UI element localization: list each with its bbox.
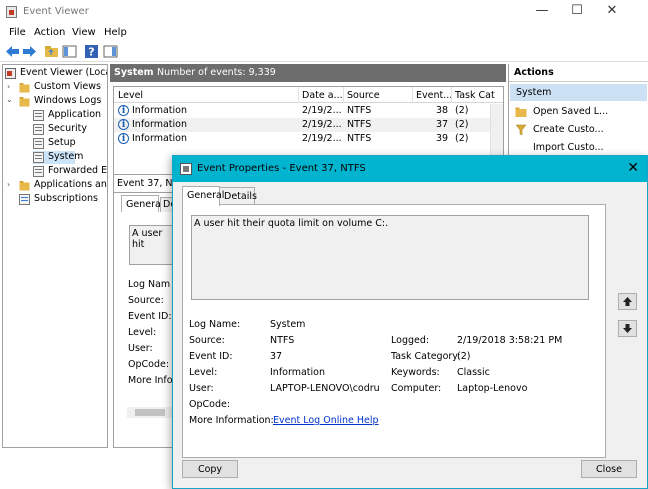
preview-message-box: A user hit [129, 225, 174, 265]
dialog-title: Event Properties - Event 37, NTFS [197, 163, 366, 174]
help-icon[interactable]: ? [84, 44, 99, 59]
event-viewer-icon [5, 68, 16, 79]
tree-item-system[interactable]: System [33, 151, 83, 164]
log-icon [33, 152, 44, 163]
toolbar: ? [0, 42, 648, 62]
filter-icon [515, 124, 527, 136]
log-name: System [114, 67, 154, 78]
event-properties-dialog: Event Properties - Event 37, NTFS ✕ Gene… [172, 155, 648, 489]
forward-arrow-icon[interactable] [22, 44, 37, 59]
close-button[interactable]: Close [581, 460, 637, 478]
user-label: User: [189, 383, 214, 394]
computer-value: Laptop-Lenovo [457, 383, 528, 394]
log-icon [33, 166, 44, 177]
grid-header: Level Date a... Source Event... Task Cat [114, 87, 503, 103]
folder-icon [19, 181, 30, 191]
level-label: Level: [189, 367, 218, 378]
event-viewer-icon [6, 6, 17, 18]
source-value: NTFS [270, 335, 295, 346]
information-icon: i [118, 119, 129, 130]
show-action-pane-icon[interactable] [103, 44, 118, 59]
menu-view[interactable]: View [72, 27, 96, 38]
computer-label: Computer: [391, 383, 442, 394]
log-icon [33, 138, 44, 149]
column-level[interactable]: Level [118, 90, 143, 101]
task-category-label: Task Category: [391, 351, 461, 362]
folder-icon [19, 97, 30, 107]
window-title: Event Viewer [23, 6, 89, 17]
log-icon [33, 110, 44, 121]
dialog-close-icon[interactable]: ✕ [627, 160, 639, 176]
event-id-label: Event ID: [189, 351, 233, 362]
table-row[interactable]: i Information 2/19/2... NTFS 39 (2) [114, 132, 503, 146]
level-value: Information [270, 367, 325, 378]
next-event-button[interactable] [618, 320, 637, 337]
more-information-label: More Information: [189, 415, 274, 426]
column-date[interactable]: Date a... [302, 90, 343, 101]
folder-up-icon[interactable] [44, 44, 59, 59]
arrow-down-icon [623, 324, 632, 333]
maximize-button[interactable]: ☐ [558, 0, 596, 24]
copy-button[interactable]: Copy [182, 460, 238, 478]
table-row[interactable]: i Information 2/19/2... NTFS 37 (2) [114, 118, 503, 132]
previous-event-button[interactable] [618, 293, 637, 310]
menu-help[interactable]: Help [104, 27, 127, 38]
close-window-button[interactable]: ✕ [593, 0, 631, 24]
actions-section-system[interactable]: System [510, 84, 647, 101]
svg-text:?: ? [88, 46, 94, 59]
back-arrow-icon[interactable] [5, 44, 20, 59]
logged-value: 2/19/2018 3:58:21 PM [457, 335, 563, 346]
navigation-tree: Event Viewer (Local) › Custom Views ⌄ Wi… [2, 64, 108, 448]
keywords-value: Classic [457, 367, 490, 378]
minimize-button[interactable]: — [523, 0, 561, 24]
arrow-up-icon [623, 297, 632, 306]
event-count: Number of events: 9,339 [157, 67, 276, 78]
preview-tab-general[interactable]: General [121, 195, 163, 212]
subscriptions-icon [19, 194, 30, 205]
log-icon [33, 124, 44, 135]
event-id-value: 37 [270, 351, 283, 362]
chevron-down-icon[interactable]: ⌄ [6, 95, 14, 104]
log-name-value: System [270, 319, 306, 330]
event-message-box[interactable]: A user hit their quota limit on volume C… [191, 215, 589, 300]
preview-scrollbar[interactable] [127, 407, 175, 418]
source-label: Source: [189, 335, 225, 346]
event-message: A user hit their quota limit on volume C… [194, 218, 389, 229]
menu-action[interactable]: Action [34, 27, 65, 38]
event-properties-icon [180, 163, 192, 175]
open-folder-icon [515, 107, 527, 117]
menu-bar: File Action View Help [0, 24, 648, 42]
log-header: System Number of events: 9,339 [110, 64, 506, 82]
log-name-label: Log Name: [189, 319, 241, 330]
logged-label: Logged: [391, 335, 430, 346]
general-tab-panel: A user hit their quota limit on volume C… [182, 204, 606, 458]
event-log-online-help-link[interactable]: Event Log Online Help [273, 415, 379, 426]
column-event-id[interactable]: Event... [416, 90, 452, 101]
chevron-right-icon[interactable]: › [7, 180, 15, 189]
chevron-right-icon[interactable]: › [7, 82, 15, 91]
tab-general[interactable]: General [182, 186, 224, 206]
column-task-category[interactable]: Task Cat [455, 90, 495, 101]
title-bar: Event Viewer — ☐ ✕ [0, 0, 648, 24]
information-icon: i [118, 105, 129, 116]
folder-icon [19, 83, 30, 93]
opcode-label: OpCode: [189, 399, 231, 410]
task-category-value: (2) [457, 351, 471, 362]
user-value: LAPTOP-LENOVO\codru [270, 383, 380, 394]
keywords-label: Keywords: [391, 367, 440, 378]
actions-header: Actions [509, 64, 648, 82]
menu-file[interactable]: File [9, 27, 26, 38]
column-source[interactable]: Source [347, 90, 380, 101]
dialog-title-bar: Event Properties - Event 37, NTFS ✕ [173, 156, 647, 182]
information-icon: i [118, 133, 129, 144]
table-row[interactable]: i Information 2/19/2... NTFS 38 (2) [114, 104, 503, 118]
show-hide-tree-icon[interactable] [62, 44, 77, 59]
